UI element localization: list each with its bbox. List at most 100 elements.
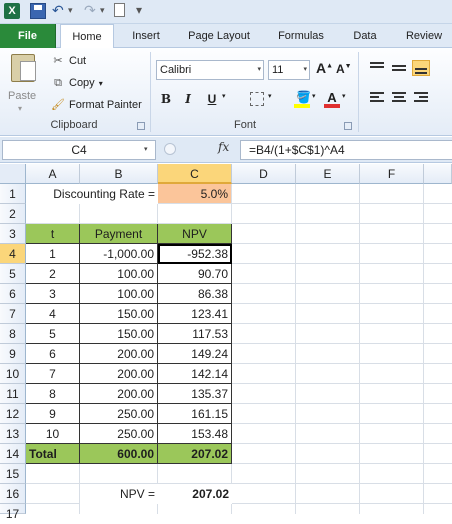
- font-launcher-icon[interactable]: [344, 122, 352, 130]
- row-header[interactable]: 9: [0, 344, 26, 364]
- tab-formulas[interactable]: Formulas: [266, 24, 336, 48]
- table-cell-npv-active[interactable]: -952.38: [158, 244, 232, 264]
- undo-dropdown-icon[interactable]: ▾: [68, 5, 73, 16]
- borders-icon[interactable]: [250, 92, 264, 106]
- row-header[interactable]: 11: [0, 384, 26, 404]
- column-header[interactable]: [424, 164, 452, 184]
- npv-value-cell[interactable]: 207.02: [158, 484, 232, 504]
- row-header[interactable]: 17: [0, 504, 26, 521]
- shrink-font-icon[interactable]: A▼: [336, 62, 352, 76]
- table-cell-t[interactable]: 2: [26, 264, 80, 284]
- row-header[interactable]: 10: [0, 364, 26, 384]
- font-size-select[interactable]: 11 ▾: [268, 60, 310, 80]
- tab-insert[interactable]: Insert: [118, 24, 174, 48]
- table-cell-t[interactable]: 6: [26, 344, 80, 364]
- row-header[interactable]: 12: [0, 404, 26, 424]
- table-cell-payment[interactable]: 200.00: [80, 364, 158, 384]
- fill-color-icon[interactable]: 🪣: [294, 90, 311, 108]
- row-header[interactable]: 6: [0, 284, 26, 304]
- rate-label-cell[interactable]: Discounting Rate =: [26, 184, 158, 204]
- table-cell-npv[interactable]: 86.38: [158, 284, 232, 304]
- redo-icon[interactable]: ↷: [84, 2, 96, 19]
- tab-home[interactable]: Home: [60, 24, 114, 49]
- grow-font-icon[interactable]: A▲: [316, 60, 333, 76]
- row-header[interactable]: 1: [0, 184, 26, 204]
- table-cell-t[interactable]: 10: [26, 424, 80, 444]
- customize-toolbar-icon[interactable]: ▾: [136, 3, 142, 17]
- align-bottom-icon[interactable]: [412, 60, 430, 76]
- font-name-select[interactable]: Calibri ▾: [156, 60, 264, 80]
- save-icon[interactable]: [30, 3, 46, 19]
- table-cell-t[interactable]: 3: [26, 284, 80, 304]
- table-cell-t[interactable]: 7: [26, 364, 80, 384]
- select-all-corner[interactable]: [0, 164, 26, 184]
- font-color-icon[interactable]: A: [324, 90, 340, 108]
- table-cell-npv[interactable]: 135.37: [158, 384, 232, 404]
- column-header[interactable]: F: [360, 164, 424, 184]
- tab-review[interactable]: Review: [396, 24, 452, 48]
- table-cell-npv[interactable]: 123.41: [158, 304, 232, 324]
- tab-data[interactable]: Data: [340, 24, 390, 48]
- column-header[interactable]: E: [296, 164, 360, 184]
- table-cell-payment[interactable]: 250.00: [80, 424, 158, 444]
- tab-page-layout[interactable]: Page Layout: [178, 24, 260, 48]
- format-painter-button[interactable]: 🖌 Format Painter: [50, 96, 142, 114]
- table-cell-payment[interactable]: 250.00: [80, 404, 158, 424]
- insert-function-icon[interactable]: fx: [218, 140, 229, 154]
- font-color-dropdown-icon[interactable]: ▾: [342, 92, 346, 100]
- column-header[interactable]: D: [232, 164, 296, 184]
- row-header[interactable]: 3: [0, 224, 26, 244]
- underline-dropdown-icon[interactable]: ▾: [222, 92, 226, 100]
- header-cell-payment[interactable]: Payment: [80, 224, 158, 244]
- clipboard-launcher-icon[interactable]: [137, 122, 145, 130]
- row-header[interactable]: 15: [0, 464, 26, 484]
- paste-icon[interactable]: [11, 54, 36, 82]
- table-cell-payment[interactable]: 200.00: [80, 344, 158, 364]
- borders-dropdown-icon[interactable]: ▾: [268, 92, 272, 100]
- header-cell-t[interactable]: t: [26, 224, 80, 244]
- cut-button[interactable]: ✂ Cut: [50, 52, 86, 70]
- table-cell-payment[interactable]: -1,000.00: [80, 244, 158, 264]
- new-document-icon[interactable]: [114, 3, 125, 17]
- rate-value-cell[interactable]: 5.0%: [158, 184, 232, 204]
- undo-icon[interactable]: ↶: [52, 2, 64, 19]
- row-header[interactable]: 16: [0, 484, 26, 504]
- align-center-icon[interactable]: [390, 90, 408, 106]
- header-cell-npv[interactable]: NPV: [158, 224, 232, 244]
- npv-label-cell[interactable]: NPV =: [80, 484, 158, 504]
- underline-button[interactable]: U: [204, 90, 220, 108]
- table-cell-payment[interactable]: 100.00: [80, 264, 158, 284]
- copy-button[interactable]: ⧉ Copy ▾: [50, 74, 103, 92]
- table-cell-payment[interactable]: 200.00: [80, 384, 158, 404]
- row-header[interactable]: 13: [0, 424, 26, 444]
- row-header[interactable]: 8: [0, 324, 26, 344]
- table-cell-t[interactable]: 9: [26, 404, 80, 424]
- table-cell-t[interactable]: 8: [26, 384, 80, 404]
- table-cell-t[interactable]: 4: [26, 304, 80, 324]
- table-cell-npv[interactable]: 153.48: [158, 424, 232, 444]
- table-cell-npv[interactable]: 90.70: [158, 264, 232, 284]
- redo-dropdown-icon[interactable]: ▾: [100, 5, 105, 16]
- paste-dropdown-icon[interactable]: ▾: [18, 104, 22, 113]
- table-cell-npv[interactable]: 161.15: [158, 404, 232, 424]
- table-cell-t[interactable]: 5: [26, 324, 80, 344]
- row-header[interactable]: 4: [0, 244, 26, 264]
- total-npv-cell[interactable]: 207.02: [158, 444, 232, 464]
- align-top-icon[interactable]: [368, 60, 386, 76]
- row-header[interactable]: 2: [0, 204, 26, 224]
- total-label-cell[interactable]: Total: [26, 444, 80, 464]
- table-cell-payment[interactable]: 150.00: [80, 304, 158, 324]
- fill-color-dropdown-icon[interactable]: ▾: [312, 92, 316, 100]
- table-cell-payment[interactable]: 100.00: [80, 284, 158, 304]
- formula-input[interactable]: =B4/(1+$C$1)^A4: [240, 140, 452, 160]
- column-header[interactable]: C: [158, 164, 232, 184]
- row-header[interactable]: 5: [0, 264, 26, 284]
- column-header[interactable]: A: [26, 164, 80, 184]
- row-header[interactable]: 14: [0, 444, 26, 464]
- align-right-icon[interactable]: [412, 90, 430, 106]
- align-left-icon[interactable]: [368, 90, 386, 106]
- total-payment-cell[interactable]: 600.00: [80, 444, 158, 464]
- column-header[interactable]: B: [80, 164, 158, 184]
- excel-icon[interactable]: X: [4, 3, 20, 19]
- name-box[interactable]: C4: [2, 140, 156, 160]
